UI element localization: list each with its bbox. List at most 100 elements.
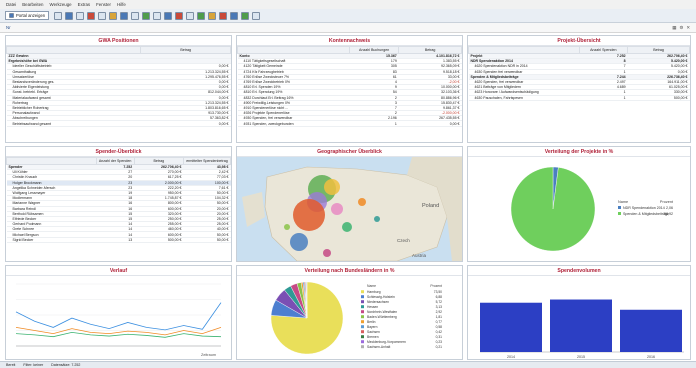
spender-cell: 13: [96, 237, 135, 243]
bundes-legend-label: Baden-Württemberg: [367, 315, 397, 319]
spender-col-2[interactable]: Betrag: [133, 157, 184, 165]
bar-tick: 2016: [647, 355, 655, 359]
map-bubble[interactable]: [290, 233, 308, 251]
geo-map[interactable]: Poland Czech Austria: [237, 157, 463, 261]
projekt-col-2[interactable]: Betrag: [627, 46, 690, 54]
close-icon[interactable]: ✕: [686, 25, 690, 31]
bundes-legend-label: Nordrhein-Westfalen: [367, 310, 397, 314]
bundes-legend-head-pct: Prozent: [430, 284, 442, 288]
konten-title: Kontennachweis: [237, 36, 462, 46]
verteilung-projekte-chart[interactable]: Name Prozent NDR Spendenaktion 2014 2,06 S…: [468, 157, 691, 261]
series-line[interactable]: [15, 331, 222, 338]
new-icon[interactable]: [54, 11, 63, 20]
konten-cell: 1: [349, 120, 399, 127]
sort-icon[interactable]: [164, 11, 173, 20]
spender-col-1[interactable]: Anzahl der Spenden: [95, 157, 135, 165]
gwa-row[interactable]: Betriebsaufwand gesamt 0,00 €: [6, 120, 231, 127]
konten-col-0: [237, 46, 350, 54]
bundes-legend-swatch: [361, 330, 364, 334]
bundes-chart[interactable]: Name Prozent Hamburg 73,50 Schleswig-Holst…: [237, 276, 463, 360]
gwa-panel: GWA Positionen Betrag ZZZ Gewinn Ergebnis…: [5, 35, 232, 143]
gwa-col-name: [6, 46, 142, 54]
menu-datei[interactable]: Datei: [6, 2, 16, 7]
projekte-pie-slice[interactable]: [510, 166, 596, 252]
table-icon[interactable]: [120, 11, 129, 20]
map-bubble[interactable]: [358, 198, 366, 206]
map-bubble[interactable]: [324, 179, 340, 195]
print-icon[interactable]: [98, 11, 107, 20]
spender-cell: 500,00 €: [134, 237, 184, 243]
konten-row[interactable]: 4931 Spenden, zweckgebunden 1 0,00 €: [237, 120, 462, 127]
bundes-legend-label: Niedersachsen: [367, 300, 389, 304]
legend-value: 98,92: [664, 212, 673, 216]
menu-bearbeiten[interactable]: Bearbeiten: [22, 2, 43, 7]
bundes-legend-value: 0,42: [436, 330, 443, 334]
map-bubble[interactable]: [284, 224, 290, 230]
series-line[interactable]: [15, 327, 222, 336]
bar[interactable]: [550, 299, 612, 352]
bundes-legend-value: 1,81: [436, 315, 443, 319]
spender-row[interactable]: Sigrid Becker 13 500,00 €50,00 €: [6, 237, 231, 243]
save-icon[interactable]: [76, 11, 85, 20]
bar[interactable]: [480, 302, 542, 352]
open-icon[interactable]: [65, 11, 74, 20]
spendenvolumen-chart[interactable]: 2014 2015 2016: [468, 276, 691, 360]
verlauf-chart[interactable]: Zeitraum: [6, 276, 232, 360]
cut-icon[interactable]: [153, 11, 162, 20]
settings-icon[interactable]: ⚙: [679, 25, 683, 31]
copy-icon[interactable]: [131, 11, 140, 20]
folder-icon[interactable]: [109, 11, 118, 20]
users-icon[interactable]: [230, 11, 239, 20]
projekt-cell: 500,00 €: [627, 95, 690, 101]
bundes-legend-swatch: [361, 290, 364, 294]
projekt-row[interactable]: 4630 Pauschalen, Fahrtspesen 1 500,00 €: [468, 95, 690, 101]
mail-icon[interactable]: [252, 11, 261, 20]
delete-icon[interactable]: [87, 11, 96, 20]
refresh-icon[interactable]: [142, 11, 151, 20]
portal-button[interactable]: Portal anzeigen: [5, 11, 50, 20]
menu-fenster[interactable]: Fenster: [96, 2, 111, 7]
warning-icon[interactable]: [219, 11, 228, 20]
series-line[interactable]: [15, 302, 222, 331]
map-bubble[interactable]: [293, 199, 325, 231]
gwa-col-betrag[interactable]: Betrag: [140, 46, 231, 54]
tab-row: Nr ▦ ⚙ ✕: [0, 23, 696, 33]
konten-col-1[interactable]: Anzahl Buchungen: [348, 46, 400, 54]
projekt-cell: 1: [579, 95, 628, 101]
bundes-legend-label: Bayern: [367, 325, 378, 329]
bundes-legend-value: 0,31: [436, 335, 443, 339]
menu-werkzeuge[interactable]: Werkzeuge: [50, 2, 72, 7]
bundes-legend-label: Hamburg: [367, 290, 381, 294]
bar[interactable]: [620, 309, 682, 352]
bundes-legend-value: 6,88: [436, 295, 443, 299]
konten-col-2[interactable]: Betrag: [398, 46, 462, 54]
projekt-col-1[interactable]: Anzahl Spenden: [578, 46, 629, 54]
projekt-title: Projekt-Übersicht: [468, 36, 690, 46]
check-icon[interactable]: [197, 11, 206, 20]
grid-icon[interactable]: ▦: [672, 25, 676, 31]
bundes-legend-label: Mecklenburg-Vorpommern: [367, 340, 406, 344]
tab-nr[interactable]: Nr: [6, 25, 11, 30]
menu-bar: Datei Bearbeiten Werkzeuge Extras Fenste…: [0, 0, 696, 9]
filter-icon[interactable]: [175, 11, 184, 20]
menu-extras[interactable]: Extras: [78, 2, 90, 7]
konten-cell: 0,00 €: [398, 120, 462, 127]
map-bubble[interactable]: [323, 249, 331, 257]
settings-icon[interactable]: [208, 11, 217, 20]
bundes-legend-swatch: [361, 300, 364, 304]
map-bubble[interactable]: [374, 216, 380, 222]
map-bubble[interactable]: [331, 203, 343, 215]
verteilung-projekte-title: Verteilung der Projekte in %: [468, 147, 690, 157]
spender-col-3[interactable]: ermittelter Spendenbetrag: [182, 157, 231, 165]
bundes-legend-value: 0,77: [436, 320, 443, 324]
legend-head-pct: Prozent: [660, 200, 674, 204]
export-icon[interactable]: [241, 11, 250, 20]
bundes-legend-value: 0,21: [436, 345, 443, 349]
map-bubble[interactable]: [342, 222, 352, 232]
menu-hilfe[interactable]: Hilfe: [117, 2, 126, 7]
status-filter: Filter: keiner: [23, 363, 44, 367]
chart-icon[interactable]: [186, 11, 195, 20]
bundes-legend-swatch: [361, 340, 364, 344]
bundes-legend-value: 3,13: [436, 305, 443, 309]
bar-tick: 2015: [577, 355, 585, 359]
